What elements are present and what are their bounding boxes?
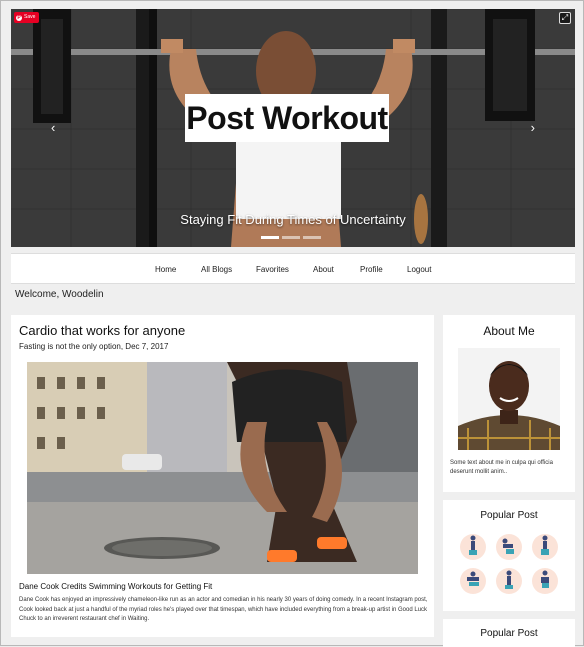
post-excerpt: Dane Cook has enjoyed an impressively ch…: [19, 597, 428, 622]
post-card: Cardio that works for anyone Fasting is …: [11, 315, 434, 637]
post-subheading[interactable]: Dane Cook Credits Swimming Workouts for …: [19, 582, 212, 591]
post-photo: [27, 362, 418, 574]
carousel-prev-icon[interactable]: ‹: [51, 121, 55, 134]
nav-home[interactable]: Home: [155, 265, 176, 274]
nav-favorites[interactable]: Favorites: [256, 265, 289, 274]
pinterest-save-button[interactable]: P Save: [14, 12, 40, 23]
about-heading: About Me: [483, 324, 535, 338]
popular-heading: Popular Post: [480, 510, 538, 521]
post-meta: Fasting is not the only option, Dec 7, 2…: [19, 342, 169, 351]
nav-all-blogs[interactable]: All Blogs: [201, 265, 232, 274]
hero-title-box: Post Workout: [185, 94, 389, 142]
popular-post-card-2: Popular Post: [443, 619, 575, 647]
welcome-message: Welcome, Woodelin: [15, 289, 104, 300]
nav-about[interactable]: About: [313, 265, 334, 274]
carousel-indicator[interactable]: [261, 236, 279, 239]
post-image[interactable]: [27, 362, 418, 574]
about-text: Some text about me in culpa qui officia …: [450, 460, 553, 475]
post-title[interactable]: Cardio that works for anyone: [19, 323, 185, 338]
popular-heading-2: Popular Post: [480, 628, 538, 639]
carousel-indicator[interactable]: [282, 236, 300, 239]
yoga-illustration[interactable]: [458, 533, 560, 596]
carousel-next-icon[interactable]: ›: [531, 121, 535, 134]
main-nav: Home All Blogs Favorites About Profile L…: [11, 253, 575, 284]
expand-icon[interactable]: ⤢: [559, 12, 571, 24]
pinterest-save-label: Save: [24, 14, 36, 20]
pinterest-icon: P: [16, 14, 22, 21]
avatar-photo: [458, 348, 560, 450]
hero-carousel: P Save ⤢ Post Workout Staying Fit During…: [11, 9, 575, 247]
hero-title: Post Workout: [186, 99, 388, 136]
popular-post-card: Popular Post: [443, 500, 575, 611]
nav-profile[interactable]: Profile: [360, 265, 383, 274]
nav-logout[interactable]: Logout: [407, 265, 431, 274]
carousel-indicators: [261, 236, 321, 239]
avatar: [458, 348, 560, 450]
carousel-indicator[interactable]: [303, 236, 321, 239]
hero-subtitle: Staying Fit During Times of Uncertainty: [180, 212, 406, 227]
about-me-card: About Me Some text about me in culpa qui…: [443, 315, 575, 492]
browser-frame: P Save ⤢ Post Workout Staying Fit During…: [0, 0, 584, 647]
